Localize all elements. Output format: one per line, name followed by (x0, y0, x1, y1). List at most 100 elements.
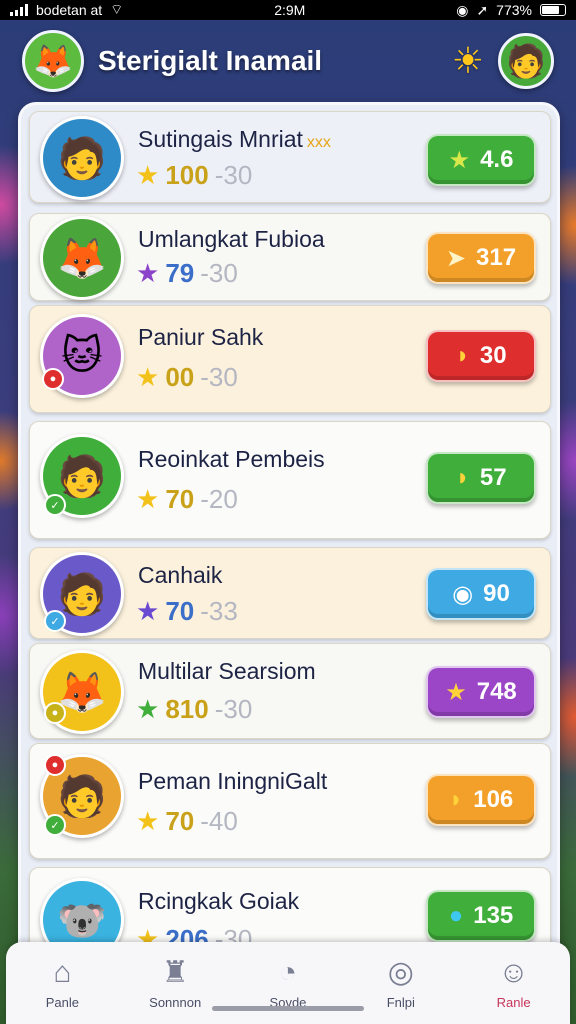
header: 🦊 Sterigialt Inamail ☀ 🧑 (0, 20, 576, 102)
profile-icon: ☺ (498, 955, 529, 989)
banana-icon: ◗ (455, 464, 470, 491)
status-badge: ✓ (44, 610, 66, 632)
profile-avatar[interactable]: 🧑 (498, 33, 554, 89)
player-avatar-fox[interactable]: 🦊 (22, 30, 84, 92)
star-icon: ★ (445, 678, 467, 706)
crown-tag: xxx (306, 134, 331, 151)
status-badge: ● (42, 368, 64, 390)
rating-value: 317 (476, 244, 517, 271)
nav-label: Ranle (496, 994, 531, 1010)
rating-value: 4.6 (480, 146, 514, 173)
leaderboard-row[interactable]: 🧑 Sutingais Mnriat xxx ★ 100 -30 ★ 4.6 (29, 111, 551, 203)
nav-item-compass[interactable]: ◎ Fnlpi (351, 955, 451, 1010)
eye-icon: ◉ (452, 580, 474, 608)
player-range: -20 (200, 484, 238, 514)
rating-value: 748 (476, 678, 517, 705)
nav-label: Fnlpi (386, 994, 415, 1010)
nav-item-profile[interactable]: ☺ Ranle (464, 955, 564, 1010)
rating-value: 106 (473, 786, 514, 813)
player-avatar: 🧑 (40, 116, 124, 200)
battery-icon (539, 4, 566, 16)
rating-value: 57 (479, 464, 507, 491)
player-name: Canhaik (138, 562, 223, 588)
player-stats: ★ 70 -33 (136, 596, 238, 627)
leaderboard-row[interactable]: 🐱 ● Paniur Sahk ★ 00 -30 ◗ 30 (29, 305, 551, 413)
star-icon: ★ (136, 484, 160, 514)
rating-button[interactable]: ◗ 106 (426, 774, 536, 826)
player-stats: ★ 79 -30 (136, 258, 238, 289)
compass-icon: ◎ (387, 955, 414, 989)
player-name: Rcingkak Goiak (138, 888, 300, 914)
rating-value: 135 (473, 902, 514, 929)
leaderboard-row[interactable]: 🧑 ✓ Canhaik ★ 70 -33 ◉ 90 (29, 547, 551, 639)
player-score: 00 (165, 362, 195, 392)
player-name: Multilar Searsiom (138, 658, 316, 684)
star-icon: ★ (136, 806, 160, 836)
status-badge: ● (44, 702, 66, 724)
player-score: 79 (165, 258, 195, 288)
player-range: -33 (200, 596, 238, 626)
player-range: -30 (214, 160, 253, 190)
sun-icon[interactable]: ☀ (452, 40, 484, 82)
ticket-icon: ➤ (445, 244, 467, 272)
leaderboard-row[interactable]: 🦊 Umlangkat Fubioa ★ 79 -30 ➤ 317 (29, 213, 551, 301)
player-range: -30 (214, 694, 253, 724)
player-stats: ★ 810 -30 (136, 694, 252, 725)
status-bar: bodetan at ⌔ 2:9M ◉ ➚ 773% (0, 0, 576, 20)
star-icon: ★ (136, 258, 160, 288)
star-icon: ★ (136, 596, 160, 626)
signal-icon (10, 4, 28, 16)
star-icon: ★ (448, 146, 471, 174)
gem-icon: ● (448, 902, 464, 929)
clock: 2:9M (274, 2, 306, 18)
rating-button[interactable]: ◗ 57 (426, 452, 536, 504)
banana-icon: ◗ (455, 342, 470, 369)
rating-button[interactable]: ◗ 30 (426, 330, 536, 382)
player-score: 810 (165, 694, 209, 724)
leaderboard-row[interactable]: 🧑 ● ✓ Peman IningniGalt ★ 70 -40 ◗ 106 (29, 743, 551, 859)
player-name: Sutingais Mnriat xxx (138, 126, 331, 152)
star-icon: ★ (136, 362, 160, 392)
rating-button[interactable]: ★ 4.6 (426, 134, 536, 186)
location-icon: ➚ (476, 1, 489, 18)
rating-value: 90 (483, 580, 510, 607)
nav-item-trophy[interactable]: ♜ Sonnnon (125, 955, 225, 1010)
rating-button[interactable]: ★ 748 (426, 666, 536, 718)
rating-value: 30 (479, 342, 507, 369)
bottom-nav: ⌂ Panle ♜ Sonnnon ◔ Sovde ◎ Fnlpi ☺ Ranl… (6, 942, 570, 1024)
home-icon: ⌂ (53, 955, 72, 989)
carrier-label: bodetan at (36, 2, 103, 18)
nav-item-chat[interactable]: ◔ Sovde (238, 955, 338, 1010)
player-name: Peman IningniGalt (138, 768, 328, 794)
battery-percent: 773% (496, 2, 532, 18)
wifi-icon: ⌔ (110, 1, 124, 17)
home-indicator[interactable] (212, 1006, 364, 1011)
status-badge: ✓ (44, 814, 66, 836)
leaderboard-panel: 🧑 Sutingais Mnriat xxx ★ 100 -30 ★ 4.6 🦊 … (18, 102, 560, 962)
player-stats: ★ 100 -30 (136, 160, 252, 191)
alarm-icon: ◉ (456, 1, 469, 18)
banana-icon: ◗ (448, 786, 464, 813)
player-score: 100 (165, 160, 209, 190)
star-icon: ★ (136, 160, 160, 190)
player-score: 70 (165, 596, 195, 626)
player-name: Reoinkat Pembeis (138, 446, 325, 472)
player-name: Umlangkat Fubioa (138, 226, 325, 252)
rating-button[interactable]: ➤ 317 (426, 232, 536, 284)
page-title: Sterigialt Inamail (98, 45, 323, 76)
player-stats: ★ 70 -20 (136, 484, 238, 515)
leaderboard-row[interactable]: 🦊 ● Multilar Searsiom ★ 810 -30 ★ 748 (29, 643, 551, 739)
player-score: 70 (165, 806, 195, 836)
player-range: -30 (200, 362, 238, 392)
rating-button[interactable]: ● 135 (426, 890, 536, 942)
chat-icon: ◔ (278, 955, 298, 989)
player-avatar: 🦊 (40, 216, 124, 300)
rating-button[interactable]: ◉ 90 (426, 568, 536, 620)
player-name: Paniur Sahk (138, 324, 264, 350)
leaderboard-row[interactable]: 🧑 ✓ Reoinkat Pembeis ★ 70 -20 ◗ 57 (29, 421, 551, 539)
player-range: -30 (200, 258, 238, 288)
nav-item-home[interactable]: ⌂ Panle (12, 955, 112, 1010)
trophy-icon: ♜ (161, 955, 189, 989)
player-stats: ★ 70 -40 (136, 806, 238, 837)
player-range: -40 (200, 806, 238, 836)
